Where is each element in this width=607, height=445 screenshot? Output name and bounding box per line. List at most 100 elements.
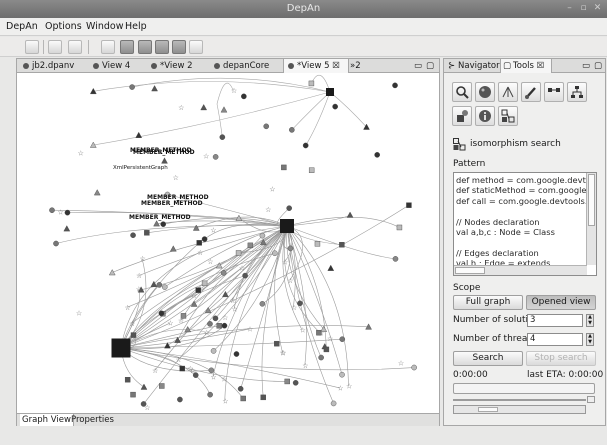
opened-view-button[interactable]: Opened view	[526, 295, 596, 310]
graph-node: ☆	[136, 286, 142, 294]
maximize-view-icon[interactable]: ▢	[594, 59, 602, 73]
graph-node	[272, 250, 278, 257]
graph-node	[212, 154, 219, 160]
tab-properties[interactable]: Properties	[69, 414, 116, 426]
graph-node	[49, 207, 55, 214]
relations-tool-button[interactable]	[544, 82, 564, 102]
pattern-horizontal-scrollbar[interactable]	[454, 265, 587, 275]
graph-node	[130, 391, 136, 398]
search-tool-button[interactable]	[452, 82, 472, 102]
menu-window[interactable]: Window	[86, 21, 123, 32]
graph-node	[63, 225, 71, 232]
tab-label: *View 5	[297, 61, 330, 71]
isomorphism-tool-button[interactable]	[498, 106, 518, 126]
close-tab-icon[interactable]: ☒	[537, 61, 545, 71]
graph-node: ☆	[57, 209, 63, 217]
graph-node	[160, 221, 167, 227]
info-tool-button[interactable]	[475, 106, 495, 126]
hierarchy-tool-button[interactable]	[567, 82, 587, 102]
tab-tools[interactable]: ▢ Tools ☒	[500, 59, 552, 73]
graph-node	[339, 242, 345, 248]
scrollbar-thumb[interactable]	[478, 407, 498, 412]
graph-node	[302, 142, 309, 149]
graph-node	[241, 93, 247, 100]
tab-view-4[interactable]: View 4	[89, 59, 130, 73]
graph-node	[156, 282, 163, 288]
close-window-icon[interactable]: ✕	[592, 3, 603, 14]
panel-splitter[interactable]	[453, 399, 586, 401]
pattern-label: Pattern	[453, 159, 486, 169]
full-graph-button[interactable]: Full graph	[453, 295, 523, 310]
tab-graph-view[interactable]: Graph View	[20, 414, 74, 426]
stop-search-button[interactable]: Stop search	[526, 351, 596, 366]
close-tab-icon[interactable]: ☒	[332, 61, 340, 71]
tab-label: *View 2	[160, 61, 193, 71]
graph-node: ☆	[222, 397, 228, 405]
splitter-handle[interactable]	[587, 396, 595, 403]
maximize-view-icon[interactable]: ▢	[426, 59, 434, 73]
minimize-view-icon[interactable]: ▭	[414, 59, 422, 73]
navigate-icon[interactable]	[101, 40, 115, 54]
section-title: isomorphism search	[470, 139, 561, 149]
graph-hub-node	[326, 88, 334, 96]
solutions-label: Number of solutic	[453, 315, 533, 325]
pattern-editor[interactable]: def method = com.google.devto def static…	[453, 172, 597, 276]
pin-tool-icon[interactable]	[189, 40, 203, 54]
graph-node	[124, 376, 131, 383]
graph-node	[64, 209, 71, 216]
graph-edge	[286, 216, 400, 228]
pan-tool-icon[interactable]	[172, 40, 186, 54]
graph-node	[233, 351, 240, 357]
graph-node	[201, 236, 208, 242]
threads-stepper[interactable]: ▲ ▼	[586, 333, 594, 346]
maximize-icon[interactable]: ▫	[578, 3, 589, 14]
graph-node	[406, 202, 412, 208]
back-icon[interactable]	[48, 40, 62, 54]
search-button[interactable]: Search	[453, 351, 523, 366]
tab-view-2[interactable]: *View 2	[147, 59, 193, 73]
graph-node: ☆	[207, 258, 213, 266]
solutions-input[interactable]: 3	[527, 314, 583, 327]
tab-jb2-dpanv[interactable]: jb2.dpanv	[19, 59, 74, 73]
graph-canvas[interactable]: ☆ ☆ ☆ ☆ ☆ ☆ ☆ ☆ ☆ ☆ ☆ ☆ ☆ ☆ ☆ ☆ ☆ ☆ ☆ ☆ ☆ ☆ ☆ ☆ ☆ ☆ ☆ ☆ ☆ ☆ ☆ ☆ ☆ ☆ ☆ ☆ ☆ ☆ ☆ ☆…	[17, 74, 439, 413]
graph-node	[392, 256, 399, 262]
tab-depancore[interactable]: depanCore	[210, 59, 269, 73]
scrollbar-thumb[interactable]	[455, 267, 485, 274]
tab-navigator[interactable]: ⊱ Navigator	[446, 59, 500, 73]
plugin-tool-button[interactable]	[452, 106, 472, 126]
threads-input[interactable]: 4	[527, 333, 583, 346]
edit-tool-button[interactable]	[521, 82, 541, 102]
menu-help[interactable]: Help	[125, 21, 147, 32]
scrollbar-thumb[interactable]	[588, 174, 595, 226]
solutions-stepper[interactable]: ▲ ▼	[586, 314, 594, 327]
tab-view-5[interactable]: *View 5 ☒	[283, 59, 349, 73]
layout-tool-icon[interactable]	[155, 40, 169, 54]
graph-node	[161, 157, 168, 164]
graph-edge	[93, 81, 331, 93]
tab-label: Tools	[513, 61, 534, 71]
select-tool-icon[interactable]	[120, 40, 134, 54]
zoom-tool-icon[interactable]	[138, 40, 152, 54]
dependency-graph[interactable]: ☆ ☆ ☆ ☆ ☆ ☆ ☆ ☆ ☆ ☆ ☆ ☆ ☆ ☆ ☆ ☆ ☆ ☆ ☆ ☆ ☆ ☆ ☆ ☆ ☆ ☆ ☆ ☆ ☆ ☆ ☆ ☆ ☆ ☆ ☆ ☆ ☆ ☆ ☆ ☆…	[17, 74, 439, 413]
tab-label: Navigator	[458, 61, 500, 71]
pattern-vertical-scrollbar[interactable]	[586, 173, 596, 265]
graph-node	[281, 164, 287, 171]
menu-depan[interactable]: DepAn	[6, 21, 38, 32]
menu-options[interactable]: Options	[45, 21, 82, 32]
threads-label: Number of threac	[453, 334, 533, 344]
tools-horizontal-scrollbar[interactable]	[453, 405, 586, 414]
graph-node: ☆	[129, 320, 135, 328]
graph-edge	[286, 225, 342, 246]
save-icon[interactable]	[25, 40, 39, 54]
pattern-text[interactable]: def method = com.google.devto def static…	[456, 175, 591, 269]
graph-node	[179, 365, 185, 372]
title-bar: DepAn – ▫ ✕	[0, 0, 607, 18]
layout-tool-button[interactable]	[498, 82, 518, 102]
color-tool-button[interactable]	[475, 82, 495, 102]
graph-node: ☆	[140, 255, 146, 263]
tab-overflow[interactable]: »2	[347, 59, 361, 73]
forward-icon[interactable]	[68, 40, 82, 54]
minimize-view-icon[interactable]: ▭	[582, 59, 590, 73]
view-icon	[214, 63, 220, 69]
minimize-icon[interactable]: –	[564, 3, 575, 14]
